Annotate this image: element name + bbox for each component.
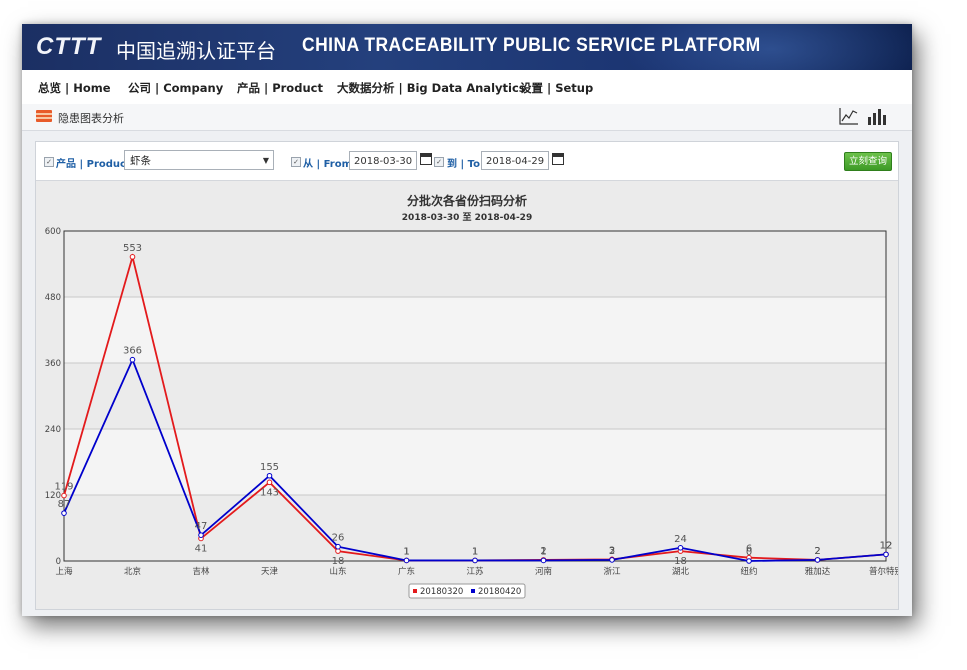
product-label: 产品 | Product: [56, 159, 135, 170]
data-point[interactable] [746, 558, 752, 564]
x-tick-label: 河南 [535, 566, 552, 577]
data-label: 2 [609, 546, 615, 557]
from-date-input[interactable]: 2018-03-30 [349, 151, 417, 170]
page-title: 隐患图表分析 [58, 112, 124, 125]
product-checkbox[interactable]: ✓ [44, 157, 54, 167]
menu-product[interactable]: 产品 | Product [237, 80, 323, 96]
grid-band [64, 297, 886, 363]
x-tick-label: 雅加达 [805, 566, 831, 577]
line-chart: 分批次各省份扫码分析 2018-03-30 至 2018-04-29 01202… [45, 193, 903, 599]
header-banner: CTTT 中国追溯认证平台 CHINA TRACEABILITY PUBLIC … [22, 24, 912, 70]
legend-swatch [413, 589, 417, 593]
data-point[interactable] [61, 510, 67, 516]
x-tick-label: 上海 [55, 566, 73, 577]
to-checkbox[interactable]: ✓ [434, 157, 444, 167]
y-tick-label: 480 [45, 293, 61, 303]
data-point[interactable] [61, 492, 67, 499]
data-label: 1 [472, 546, 478, 557]
x-tick-label: 浙江 [603, 566, 621, 577]
menu-company[interactable]: 公司 | Company [128, 80, 223, 96]
analysis-panel: ✓ 产品 | Product: 虾条 ▼ ✓ 从 | From: 2018-03… [35, 141, 903, 610]
chart-container: 分批次各省份扫码分析 2018-03-30 至 2018-04-29 0 120 2… [36, 181, 903, 609]
banner-title-cn: 中国追溯认证平台 [116, 39, 276, 63]
y-tick-label: 600 [45, 227, 61, 237]
data-label: 41 [195, 543, 208, 554]
data-point[interactable] [540, 557, 547, 564]
menu-big-data[interactable]: 大数据分析 | Big Data Analytics [337, 80, 526, 96]
chart-subtitle: 2018-03-30 至 2018-04-29 [402, 212, 532, 223]
data-point[interactable] [266, 472, 273, 479]
data-point[interactable] [335, 543, 341, 550]
legend-entry[interactable]: 20180420 [478, 587, 521, 597]
y-tick-label: 360 [45, 359, 61, 369]
data-label: 1 [540, 546, 546, 557]
x-tick-label: 北京 [124, 566, 141, 577]
x-tick-label: 湖北 [672, 567, 690, 577]
x-tick-label: 吉林 [192, 566, 210, 577]
legend-entry[interactable]: 20180320 [420, 587, 463, 597]
data-point[interactable] [883, 551, 889, 558]
line-chart-icon[interactable] [838, 106, 860, 126]
x-tick-label: 江苏 [466, 566, 484, 577]
data-label: 24 [674, 534, 687, 545]
to-label: 到 | To: [447, 159, 484, 170]
grid-band [64, 231, 886, 297]
data-point[interactable] [472, 557, 478, 564]
data-point[interactable] [129, 254, 136, 260]
data-point[interactable] [129, 356, 136, 363]
data-label: 18 [674, 556, 687, 567]
data-label: 2 [814, 546, 820, 557]
filter-bar: ✓ 产品 | Product: 虾条 ▼ ✓ 从 | From: 2018-03… [36, 142, 898, 181]
chevron-down-icon: ▼ [262, 156, 269, 165]
data-label: 0 [746, 547, 752, 558]
data-label: 18 [332, 556, 345, 567]
data-point[interactable] [609, 557, 615, 563]
y-tick-label: 240 [45, 425, 61, 435]
data-label: 1 [403, 546, 409, 557]
product-select-value: 虾条 [130, 155, 151, 167]
to-date-input[interactable]: 2018-04-29 [481, 151, 549, 170]
menu-setup[interactable]: 设置 | Setup [520, 80, 593, 96]
banner-title-en: CHINA TRACEABILITY PUBLIC SERVICE PLATFO… [302, 35, 761, 56]
main-menu: 总览 | Home 公司 | Company 产品 | Product 大数据分… [22, 70, 912, 104]
data-label: 26 [332, 533, 345, 544]
from-checkbox[interactable]: ✓ [291, 157, 301, 167]
page-header: 隐患图表分析 [22, 104, 912, 131]
query-button[interactable]: 立刻查询 [844, 152, 892, 171]
to-calendar-icon[interactable] [552, 153, 564, 165]
chart-title: 分批次各省份扫码分析 [407, 193, 527, 208]
data-label: 553 [123, 243, 142, 254]
report-icon [36, 110, 52, 122]
product-select[interactable]: 虾条 ▼ [124, 150, 274, 170]
from-calendar-icon[interactable] [420, 153, 432, 165]
grid-band [64, 363, 886, 429]
data-label: 47 [195, 521, 208, 532]
data-label: 143 [260, 487, 279, 498]
data-label: 366 [123, 346, 142, 357]
data-point[interactable] [266, 479, 273, 486]
x-tick-label: 普尔特别 [869, 566, 898, 577]
x-tick-label: 广东 [398, 566, 415, 577]
data-label: 87 [58, 499, 71, 510]
x-tick-label: 山东 [329, 566, 346, 577]
data-label: 155 [260, 462, 279, 473]
cttt-logo: CTTT [36, 33, 102, 60]
data-point[interactable] [198, 532, 204, 538]
y-tick-label: 0 [56, 557, 61, 567]
app-window: CTTT 中国追溯认证平台 CHINA TRACEABILITY PUBLIC … [22, 24, 912, 616]
data-point[interactable] [403, 557, 410, 564]
x-tick-label: 纽约 [740, 566, 757, 577]
legend-swatch [471, 589, 475, 593]
data-label: 12 [880, 540, 893, 551]
data-label: 119 [54, 482, 73, 493]
data-point[interactable] [677, 545, 684, 551]
data-point[interactable] [814, 557, 821, 563]
bar-chart-icon[interactable] [866, 106, 888, 126]
menu-home[interactable]: 总览 | Home [38, 80, 111, 96]
x-tick-label: 天津 [261, 566, 279, 577]
